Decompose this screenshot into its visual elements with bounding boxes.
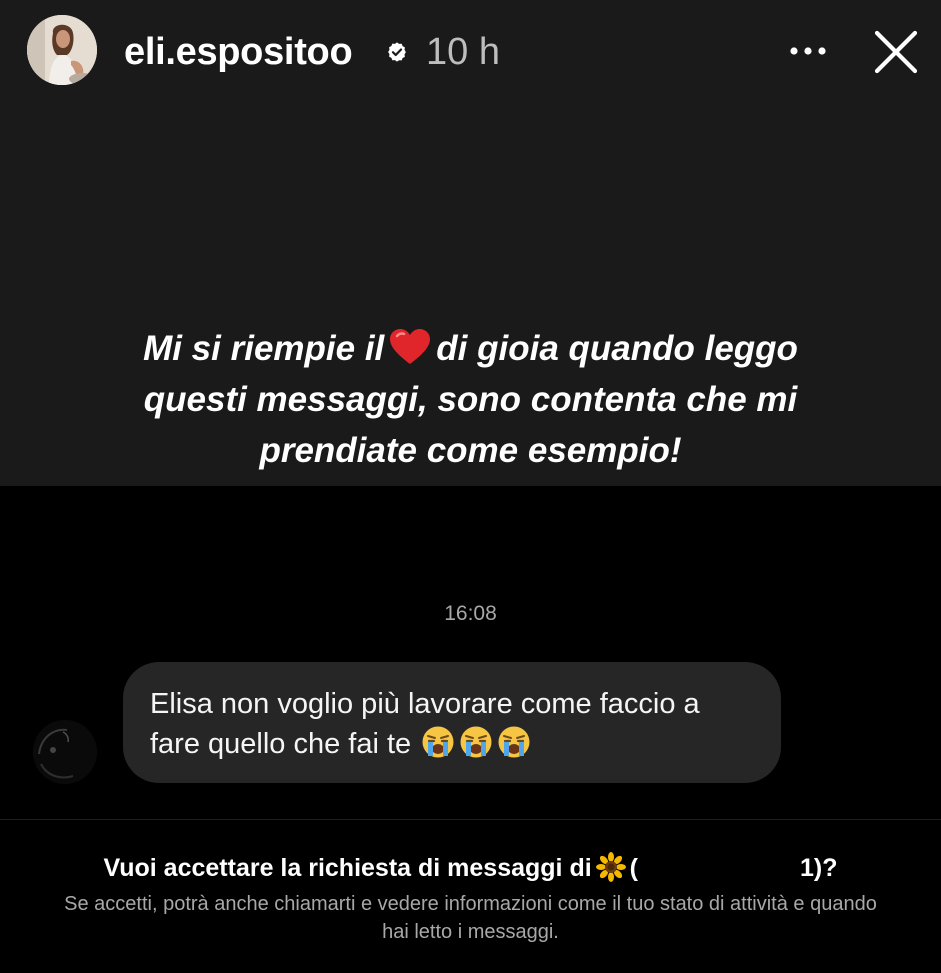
loudly-crying-face-icon: [460, 726, 492, 758]
message-timestamp: 16:08: [444, 602, 497, 625]
story-header: eli.espositoo 10 h: [0, 0, 941, 100]
request-title-prefix: Vuoi accettare la richiesta di messaggi …: [103, 854, 592, 882]
post-time: 10 h: [426, 31, 500, 73]
caption-line-2: questi messaggi, sono contenta che mi: [143, 380, 798, 419]
sender-avatar[interactable]: [33, 720, 97, 784]
caption-line-3: prendiate come esempio!: [259, 431, 682, 470]
more-options-button[interactable]: [786, 36, 830, 66]
red-heart-icon: [390, 329, 431, 364]
profile-avatar[interactable]: [27, 15, 97, 85]
message-request-title: Vuoi accettare la richiesta di messaggi …: [0, 852, 941, 883]
close-button[interactable]: [872, 28, 920, 76]
redacted-username: [638, 857, 800, 879]
message-text: Elisa non voglio più lavorare come facci…: [150, 684, 754, 764]
caption-line-1: Mi si riempie il di gioia quando leggo: [0, 323, 941, 374]
request-title-open: (: [629, 854, 638, 882]
close-icon: [874, 30, 918, 74]
message-bubble[interactable]: Elisa non voglio più lavorare come facci…: [123, 662, 781, 783]
more-options-icon: [790, 47, 826, 55]
story-caption: Mi si riempie il di gioia quando leggo qu…: [0, 323, 941, 476]
loudly-crying-face-icon: [498, 726, 530, 758]
caption-text-before-heart: Mi si riempie il: [143, 329, 385, 368]
caption-text-after-heart: di gioia quando leggo: [436, 329, 798, 368]
loudly-crying-face-icon: [422, 726, 454, 758]
username[interactable]: eli.espositoo: [124, 30, 353, 74]
verified-badge-icon: [388, 42, 406, 62]
sunflower-icon: [595, 852, 626, 882]
divider: [0, 819, 941, 820]
request-title-suffix: 1)?: [800, 854, 838, 882]
message-request-subtitle: Se accetti, potrà anche chiamarti e vede…: [64, 893, 877, 943]
